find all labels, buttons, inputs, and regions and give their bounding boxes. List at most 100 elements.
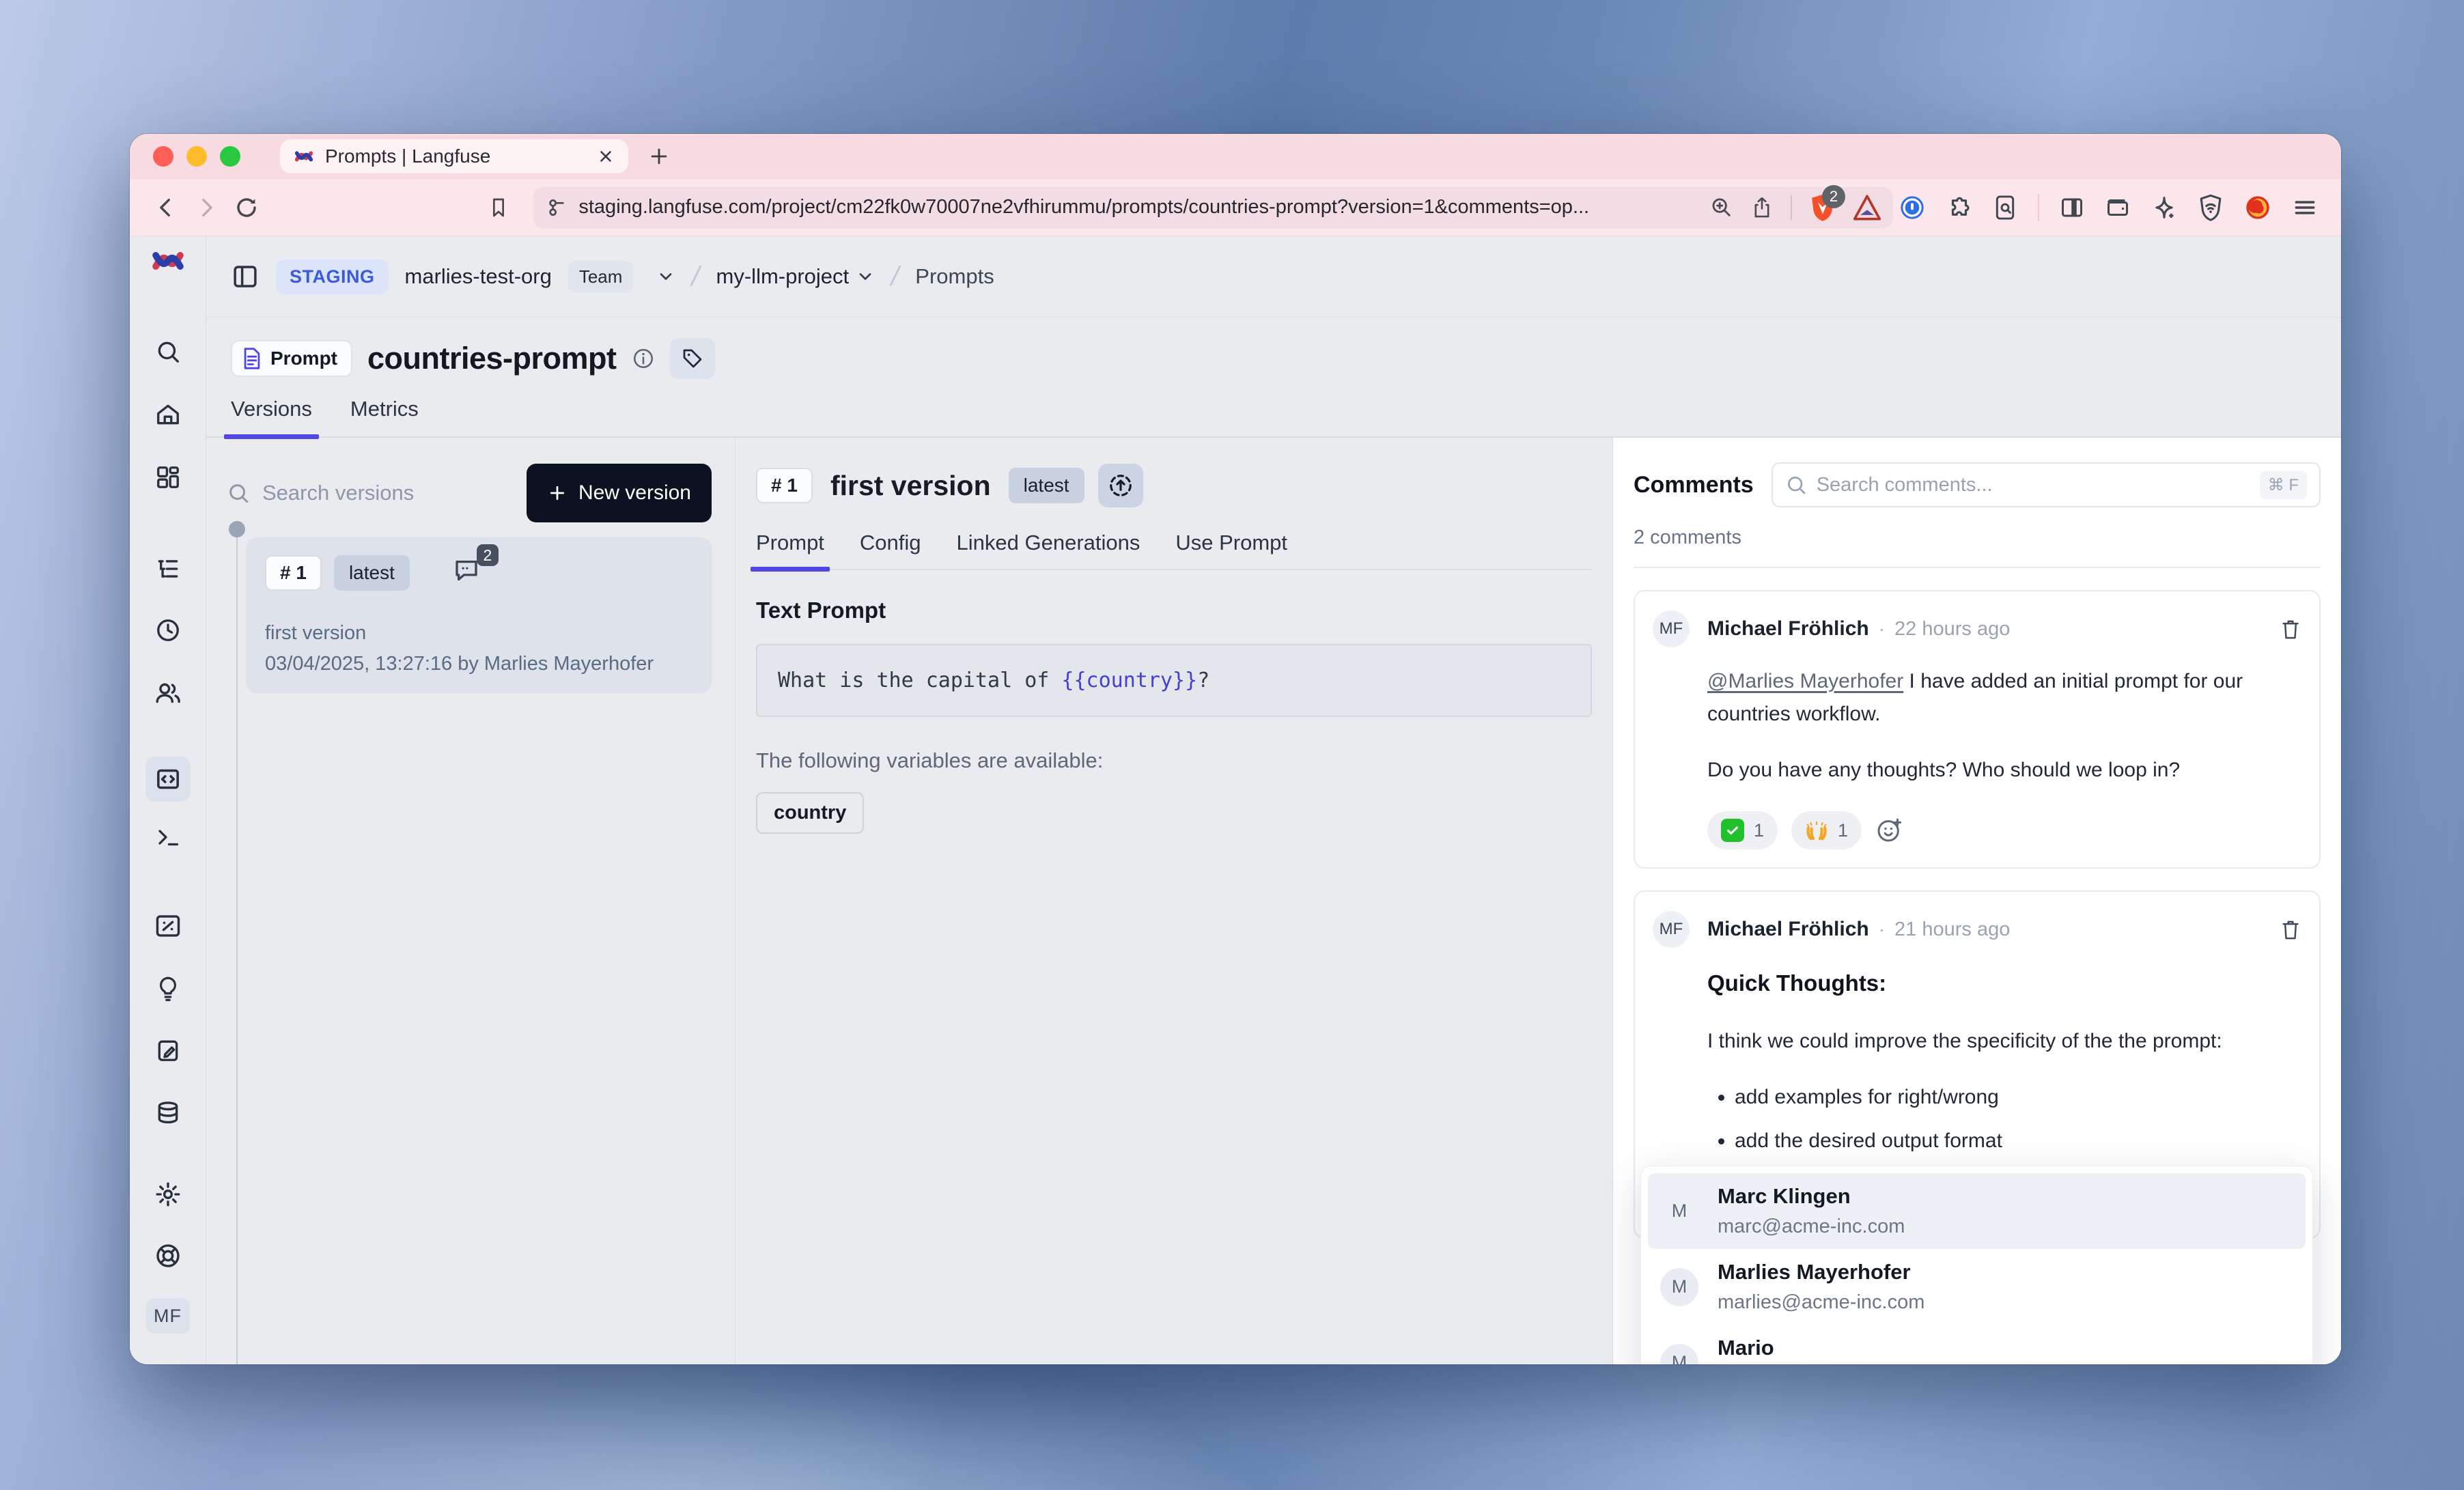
site-settings-icon[interactable] [546,197,568,219]
delete-comment-icon[interactable] [2280,918,2301,941]
new-tab-button[interactable] [647,145,671,168]
page-header: Prompt countries-prompt [206,318,2341,379]
browser-tab[interactable]: Prompts | Langfuse [280,139,628,173]
minimize-window-button[interactable] [186,146,207,167]
sidebar-panel-icon[interactable] [2060,195,2084,220]
evaluation-icon[interactable] [154,914,182,938]
add-reaction-icon[interactable] [1875,817,1903,844]
user-avatar[interactable]: MF [146,1298,190,1334]
variables-note: The following variables are available: [756,748,1592,773]
fullscreen-window-button[interactable] [220,146,240,167]
reaction-hands-pill[interactable]: 1 [1791,811,1862,849]
tab-versions[interactable]: Versions [231,397,312,436]
latest-badge: latest [334,555,410,591]
comments-count: 2 comments [1634,526,2321,549]
tab-metrics[interactable]: Metrics [350,397,419,436]
home-icon[interactable] [155,402,181,427]
close-tab-icon[interactable] [597,147,615,165]
versions-search-input[interactable]: Search versions [227,481,527,505]
version-meta: 03/04/2025, 13:27:16 by Marlies Mayerhof… [265,653,692,675]
tab-prompt[interactable]: Prompt [756,531,824,569]
playground-terminal-icon[interactable] [154,825,182,849]
brave-rewards-icon[interactable] [1853,195,1881,221]
avatar: MF [1653,610,1690,647]
mention-option[interactable]: M Mario mario@acme-inc.com [1648,1325,2306,1364]
browser-toolbar: staging.langfuse.com/project/cm22fk0w700… [130,179,2341,236]
reload-button[interactable] [229,190,264,225]
password-manager-icon[interactable] [1899,194,1926,221]
check-mark-emoji [1721,819,1744,842]
tag-button[interactable] [670,338,715,379]
database-icon[interactable] [155,1100,181,1126]
delete-comment-icon[interactable] [2280,617,2301,641]
comments-bubble-icon[interactable]: 2 [452,555,481,584]
versions-search-placeholder: Search versions [262,481,414,505]
avatar: M [1660,1344,1698,1365]
sidebar-rail: MF [130,236,206,1364]
info-icon[interactable] [632,347,655,370]
prompt-detail-panel: # 1 first version latest Prompt Config L… [736,438,1612,1364]
new-version-button[interactable]: New version [527,464,712,522]
detail-tabs: Prompt Config Linked Generations Use Pro… [756,531,1592,570]
reaction-count: 1 [1838,820,1848,841]
lightbulb-icon[interactable] [156,975,180,1002]
langfuse-favicon [294,146,314,167]
mention-link[interactable]: @Marlies Mayerhofer [1707,670,1903,692]
firefox-swirl-icon[interactable] [2244,194,2271,221]
tab-use-prompt[interactable]: Use Prompt [1175,531,1287,569]
org-chevron-down-icon[interactable] [656,267,675,286]
comment-count-badge: 2 [477,544,499,566]
comment-paragraph: @Marlies Mayerhofer I have added an init… [1707,665,2301,731]
tab-config[interactable]: Config [860,531,921,569]
version-list-item[interactable]: # 1 latest 2 first version 03/04/2025, 1… [246,537,712,693]
reaction-check-pill[interactable]: 1 [1707,811,1778,849]
tab-linked-generations[interactable]: Linked Generations [957,531,1140,569]
bullet-item: add the desired output format [1735,1125,2301,1157]
forward-button[interactable] [189,190,224,225]
ai-sparkle-icon[interactable] [2151,195,2177,221]
sessions-clock-icon[interactable] [155,617,181,643]
comments-panel: Comments Search comments... ⌘ F 2 commen… [1612,438,2341,1364]
menu-icon[interactable] [2292,195,2318,221]
back-button[interactable] [149,190,184,225]
share-icon[interactable] [1751,196,1773,219]
divider [1634,567,2321,568]
tracing-icon[interactable] [154,556,182,582]
reader-search-icon[interactable] [1993,195,2017,221]
dot-separator: · [1879,918,1885,940]
environment-badge: STAGING [276,259,389,294]
breadcrumb-org[interactable]: marlies-test-org [405,264,552,289]
main-column: STAGING marlies-test-org Team / my-llm-p… [206,236,2341,1364]
search-icon[interactable] [155,339,181,365]
page-tabs: Versions Metrics [206,397,2341,438]
mention-name: Marc Klingen [1718,1184,1905,1209]
breadcrumb-project[interactable]: my-llm-project [716,264,876,289]
datasets-icon[interactable] [155,1037,181,1063]
url-bar[interactable]: staging.langfuse.com/project/cm22fk0w700… [533,187,1893,228]
comment-timestamp: 22 hours ago [1894,618,2010,641]
sidebar-toggle-icon[interactable] [231,262,260,291]
comments-search-input[interactable]: Search comments... ⌘ F [1772,462,2321,507]
mention-option[interactable]: M Marc Klingen marc@acme-inc.com [1648,1173,2306,1249]
users-icon[interactable] [154,680,182,706]
browser-window: Prompts | Langfuse [130,134,2341,1364]
vpn-shield-icon[interactable] [2198,194,2224,221]
org-role-badge[interactable]: Team [568,261,634,293]
zoom-page-icon[interactable] [1710,196,1733,219]
wallet-icon[interactable] [2105,195,2131,220]
mention-option[interactable]: M Marlies Mayerhofer marlies@acme-inc.co… [1648,1249,2306,1325]
dashboards-icon[interactable] [155,464,181,490]
avatar: M [1660,1268,1698,1306]
extensions-icon[interactable] [1946,195,1972,221]
sidebar-item-prompts[interactable] [145,757,191,802]
promote-version-button[interactable] [1098,464,1143,507]
close-window-button[interactable] [153,146,173,167]
brave-shield-icon[interactable]: 2 [1810,193,1836,222]
url-text[interactable]: staging.langfuse.com/project/cm22fk0w700… [578,196,1699,219]
mention-email: marc@acme-inc.com [1718,1215,1905,1238]
search-icon [1785,474,1807,496]
support-lifebuoy-icon[interactable] [154,1242,182,1269]
settings-gear-icon[interactable] [154,1181,182,1208]
breadcrumb-section[interactable]: Prompts [915,264,994,289]
bookmark-icon[interactable] [481,190,516,225]
